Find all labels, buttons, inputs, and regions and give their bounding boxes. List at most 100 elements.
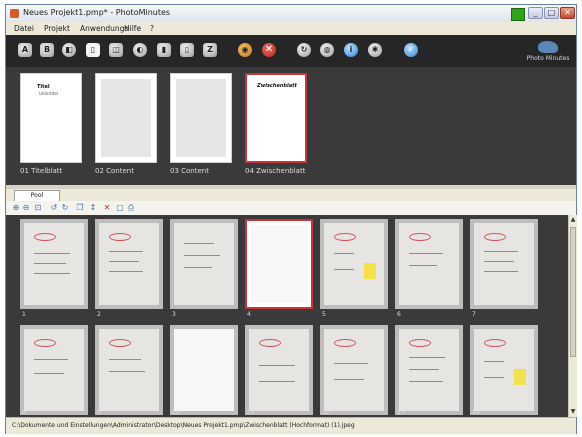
pool-thumb-13[interactable] [395, 325, 463, 415]
pool-thumb-14[interactable] [470, 325, 538, 415]
info-icon[interactable]: i [344, 43, 358, 57]
pool-num-13: 13 [397, 409, 405, 416]
page-label-1: 01 Titelblatt [20, 167, 63, 175]
heading-mark [259, 339, 281, 347]
text-page-icon[interactable]: A [18, 43, 32, 57]
delete-icon[interactable]: ✕ [262, 43, 276, 57]
landscape-icon[interactable]: ◫ [109, 43, 123, 57]
menu-datei[interactable]: Datei [14, 24, 34, 33]
close-button[interactable]: ✕ [560, 7, 575, 19]
pool-thumb-7[interactable] [470, 219, 538, 309]
page-image [101, 79, 151, 157]
palette-icon[interactable]: ◐ [133, 43, 147, 57]
page-thumb-1[interactable]: Titel Untertitel [20, 73, 82, 163]
pool-num-7: 7 [472, 311, 476, 318]
scroll-down-icon[interactable]: ▼ [569, 408, 577, 416]
sidebar-icon[interactable]: ▮ [157, 43, 171, 57]
page-icon[interactable]: ▯ [86, 43, 100, 57]
sort-icon[interactable]: ↕ [89, 204, 97, 212]
rotate-right-icon[interactable]: ↻ [61, 204, 69, 212]
text-line [409, 357, 445, 358]
pool-thumb-4[interactable] [245, 219, 313, 309]
page-icon-2[interactable]: ▯ [180, 43, 194, 57]
scroll-thumb[interactable] [570, 227, 576, 357]
page-thumb-2[interactable] [95, 73, 157, 163]
pool-thumb-9[interactable] [95, 325, 163, 415]
zoom-fit-icon[interactable]: ⊡ [34, 204, 42, 212]
document-icon[interactable]: B [40, 43, 54, 57]
text-line [34, 263, 66, 264]
text-line [184, 255, 220, 256]
layout-icon[interactable]: ◧ [62, 43, 76, 57]
sticky-note [364, 263, 376, 279]
pool-thumb-3[interactable] [170, 219, 238, 309]
logo-mark-icon [538, 41, 558, 53]
menu-projekt[interactable]: Projekt [44, 24, 70, 33]
photominutes-logo: Photo Minutes [524, 39, 572, 65]
minimize-button[interactable]: _ [528, 7, 543, 19]
pool-scrollbar[interactable]: ▲ ▼ [568, 215, 577, 417]
page-heading: Zwischenblatt [257, 83, 297, 89]
menu-hilfe[interactable]: Hilfe [124, 24, 141, 33]
text-line [259, 381, 295, 382]
page-image [324, 223, 384, 305]
page-image [174, 329, 234, 411]
text-line [109, 359, 141, 360]
globe-icon[interactable]: ◍ [320, 43, 334, 57]
window-title: Neues Projekt1.pmp* - PhotoMinutes [23, 8, 171, 17]
page-thumb-3[interactable] [170, 73, 232, 163]
tab-pool[interactable]: Pool [14, 190, 60, 201]
pool-thumb-5[interactable] [320, 219, 388, 309]
menu-question[interactable]: ? [150, 24, 154, 33]
page-z-icon[interactable]: Z [203, 43, 217, 57]
camera-icon[interactable]: ◉ [238, 43, 252, 57]
maximize-button[interactable]: □ [544, 7, 559, 19]
page-image [24, 329, 84, 411]
rotate-icon[interactable]: ↻ [297, 43, 311, 57]
pool-thumb-1[interactable] [20, 219, 88, 309]
text-line [409, 253, 443, 254]
page-subheading: Untertitel [39, 91, 58, 96]
heading-mark [34, 233, 56, 241]
text-line [334, 363, 368, 364]
status-indicator-icon [511, 8, 525, 21]
copy-icon[interactable]: ❐ [76, 204, 84, 212]
pool-thumb-12[interactable] [320, 325, 388, 415]
select-icon[interactable]: ▢ [116, 204, 124, 212]
menu-anwendungs[interactable]: Anwendungs [80, 24, 128, 33]
status-bar: C:\Dokumente und Einstellungen\Administr… [6, 417, 576, 434]
text-line [109, 261, 139, 262]
delete-icon[interactable]: ✕ [103, 204, 111, 212]
text-line [109, 251, 143, 252]
menu-bar: Datei Projekt Anwendungs Hilfe ? [6, 22, 576, 35]
print-icon[interactable]: ⎙ [127, 204, 135, 212]
pool-thumb-2[interactable] [95, 219, 163, 309]
page-heading: Titel [37, 84, 50, 90]
zoom-in-icon[interactable]: ⊕ [12, 204, 20, 212]
pool-thumb-8[interactable] [20, 325, 88, 415]
pool-num-5: 5 [322, 311, 326, 318]
text-line [484, 261, 514, 262]
pool-thumb-6[interactable] [395, 219, 463, 309]
zoom-out-icon[interactable]: ⊖ [22, 204, 30, 212]
checkmark-icon[interactable]: ✓ [404, 43, 418, 57]
page-image [399, 223, 459, 305]
sticky-note [514, 369, 526, 385]
status-path: C:\Dokumente und Einstellungen\Administr… [12, 422, 355, 429]
pool-num-14: 14 [472, 409, 480, 416]
heading-mark [409, 339, 431, 347]
pool-num-8: 8 [22, 409, 26, 416]
scroll-up-icon[interactable]: ▲ [569, 216, 577, 224]
text-line [484, 271, 518, 272]
rotate-left-icon[interactable]: ↺ [50, 204, 58, 212]
pool-thumb-11[interactable] [245, 325, 313, 415]
tools-icon[interactable]: ✱ [368, 43, 382, 57]
pool-num-12: 12 [322, 409, 330, 416]
app-window: Neues Projekt1.pmp* - PhotoMinutes _ □ ✕… [5, 4, 577, 434]
page-image [99, 329, 159, 411]
page-image [174, 223, 234, 305]
text-line [409, 265, 437, 266]
pool-thumb-10[interactable] [170, 325, 238, 415]
pool-num-2: 2 [97, 311, 101, 318]
page-thumb-4[interactable]: Zwischenblatt [245, 73, 307, 163]
